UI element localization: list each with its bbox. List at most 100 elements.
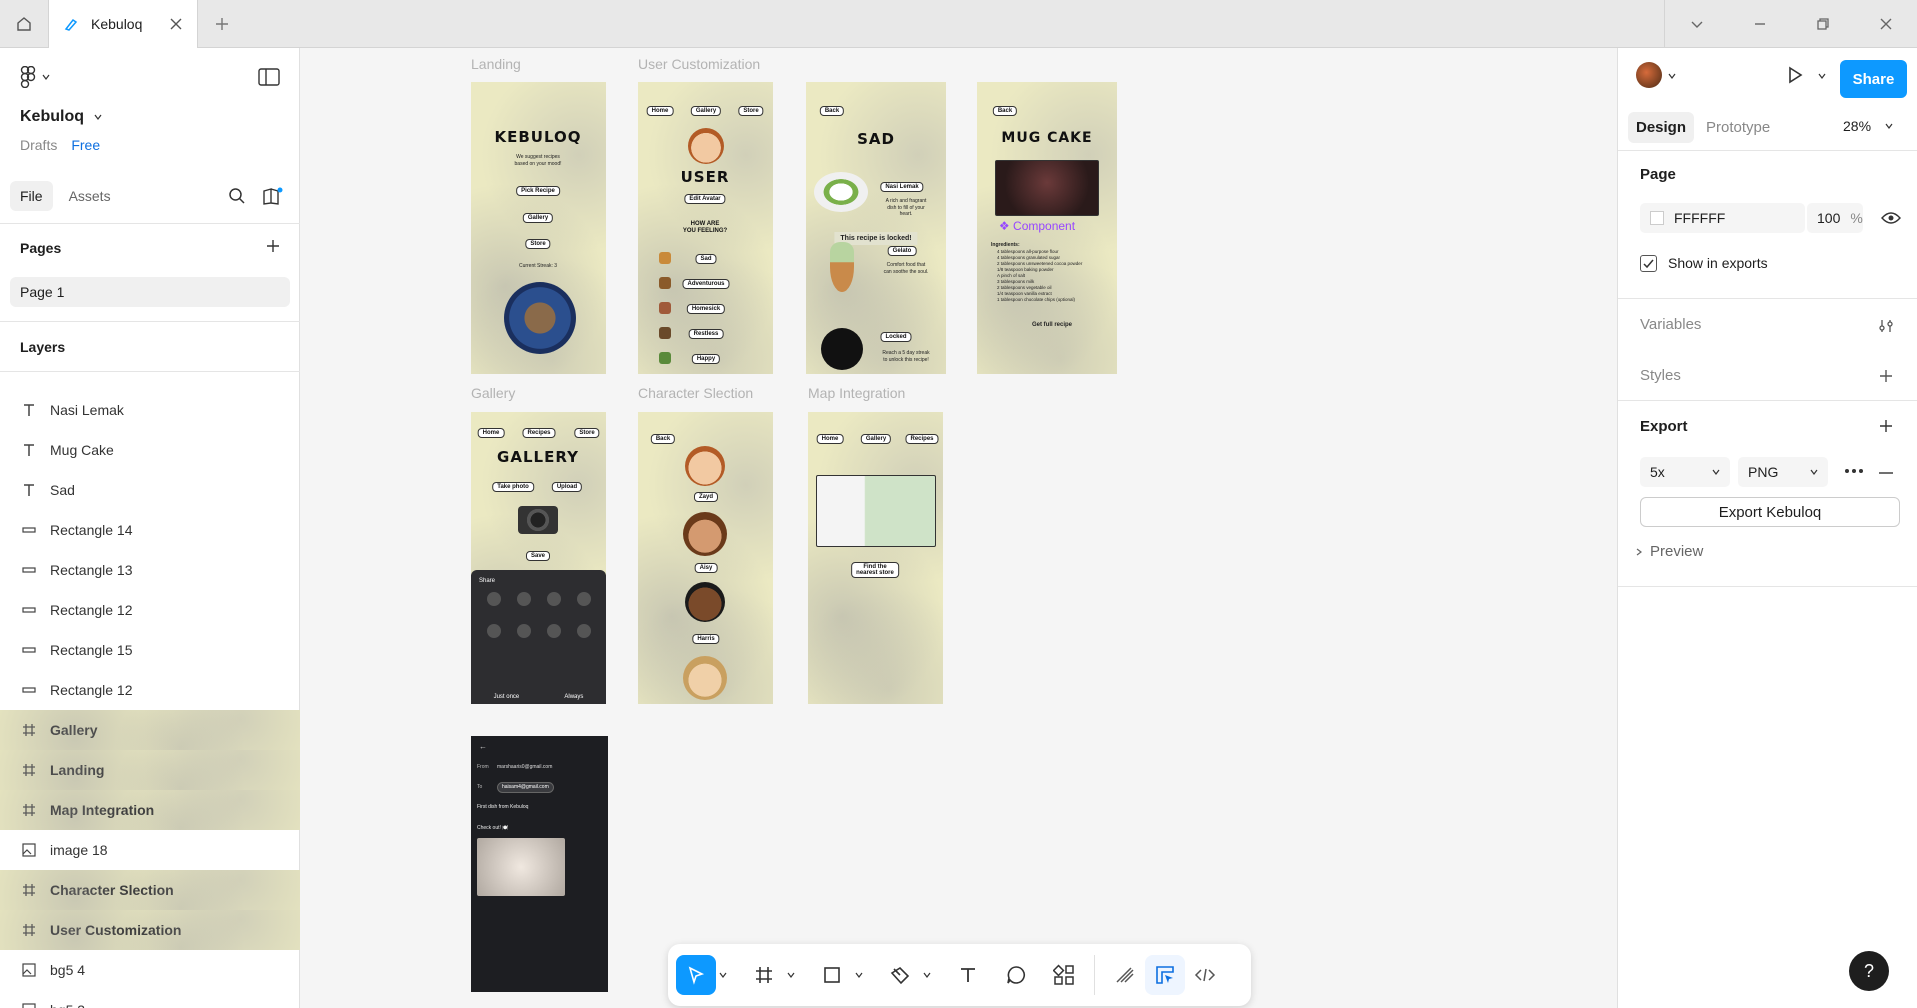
drafts-link[interactable]: Drafts [20,137,57,153]
mood-adventurous[interactable]: Adventurous [682,279,730,289]
frame-email-image[interactable]: ← From marshaaris0@gmail.com To haisam4@… [471,736,608,992]
sidebar-toggle-icon[interactable] [258,68,280,86]
back-button[interactable]: Back [819,106,845,116]
main-menu-button[interactable] [20,66,50,88]
facebook-icon[interactable] [577,592,591,606]
background-opacity-field[interactable]: 100 % [1807,203,1863,233]
layer-item[interactable]: Rectangle 15 [0,630,300,670]
layer-item[interactable]: Rectangle 14 [0,510,300,550]
layer-item[interactable]: Map Integration [0,790,300,830]
character-harris[interactable] [685,582,725,622]
draw-mode-icon[interactable] [1105,955,1145,995]
full-recipe-link[interactable]: Get full recipe [1032,322,1072,330]
new-tab-icon[interactable] [210,12,234,36]
frame-map-integration[interactable]: Home Gallery Recipes Find the nearest st… [808,412,943,704]
layer-item[interactable]: Character Slection [0,870,300,910]
search-icon[interactable] [228,187,246,205]
link-to-windows-icon[interactable] [577,624,591,638]
mood-happy[interactable]: Happy [691,354,721,364]
find-store-button[interactable]: Find the nearest store [851,562,899,578]
layer-item[interactable]: Nasi Lemak [0,390,300,430]
canvas[interactable]: Landing User Customization Gallery Chara… [301,48,1617,1008]
back-button[interactable]: Back [650,434,676,444]
chevron-down-icon[interactable] [1668,72,1676,80]
back-button[interactable]: Back [992,106,1018,116]
frame-tool-icon[interactable] [744,955,784,995]
gelato-label[interactable]: Gelato [887,246,917,256]
frame-label-map-integration[interactable]: Map Integration [808,385,905,401]
layer-item[interactable]: Rectangle 12 [0,590,300,630]
file-tab[interactable]: Kebuloq [48,0,198,48]
rectangle-tool-icon[interactable] [812,955,852,995]
tab-assets[interactable]: Assets [59,181,121,211]
character-fourth[interactable] [683,656,727,700]
locked-label[interactable]: Locked [880,332,912,342]
text-tool-icon[interactable] [948,955,988,995]
show-in-exports-checkbox[interactable] [1640,255,1657,272]
frame-label-character-selection[interactable]: Character Slection [638,385,753,401]
frame-label-gallery[interactable]: Gallery [471,385,515,401]
mood-homesick[interactable]: Homesick [686,304,726,314]
chevron-down-icon[interactable] [852,971,866,979]
frame-user-customization[interactable]: Home Gallery Store USER Edit Avatar HOW … [638,82,773,374]
zoom-control[interactable]: 28% [1843,118,1893,134]
tab-design[interactable]: Design [1628,112,1695,143]
character-zayd[interactable] [685,446,725,486]
nav-recipes[interactable]: Recipes [522,428,556,438]
gallery-button[interactable]: Gallery [522,213,554,223]
export-format-select[interactable]: PNG [1738,457,1828,487]
layer-item[interactable]: image 18 [0,830,300,870]
nav-store[interactable]: Store [738,106,764,116]
export-scale-select[interactable]: 5x [1640,457,1730,487]
discord-icon[interactable] [517,592,531,606]
pen-tool-icon[interactable] [880,955,920,995]
frame-mug-cake[interactable]: Back MUG CAKE ❖ Component Ingredients: 4… [977,82,1117,374]
nav-recipes[interactable]: Recipes [905,434,939,444]
layer-item[interactable]: bg5 4 [0,950,300,990]
qr-scanner-icon[interactable] [487,624,501,638]
nav-home[interactable]: Home [477,428,505,438]
variables-settings-icon[interactable] [1878,318,1894,334]
always-button[interactable]: Always [564,694,583,700]
present-play-icon[interactable] [1785,65,1805,85]
layer-item[interactable]: Mug Cake [0,430,300,470]
layer-item[interactable]: User Customization [0,910,300,950]
layer-item[interactable]: Gallery [0,710,300,750]
eye-icon[interactable] [1881,211,1901,225]
chrome-icon[interactable] [487,592,501,606]
layer-item[interactable]: Landing [0,750,300,790]
take-photo-button[interactable]: Take photo [492,482,534,492]
upload-button[interactable]: Upload [551,482,583,492]
layer-item[interactable]: Rectangle 13 [0,550,300,590]
color-swatch[interactable] [1650,211,1664,225]
move-tool-icon[interactable] [676,955,716,995]
design-mode-icon[interactable] [1145,955,1185,995]
chevron-down-icon[interactable] [716,971,730,979]
restore-icon[interactable] [1791,0,1854,48]
nav-home[interactable]: Home [816,434,844,444]
frame-label-landing[interactable]: Landing [471,56,521,72]
dev-mode-icon[interactable] [1185,955,1225,995]
comment-tool-icon[interactable] [996,955,1036,995]
export-button[interactable]: Export Kebuloq [1640,497,1900,527]
actions-tool-icon[interactable] [1044,955,1084,995]
nav-gallery[interactable]: Gallery [860,434,892,444]
tab-file[interactable]: File [10,181,53,211]
plan-badge[interactable]: Free [71,137,100,153]
share-button[interactable]: Share [1840,60,1907,98]
add-page-icon[interactable] [265,238,281,254]
edit-avatar-button[interactable]: Edit Avatar [684,194,726,204]
layer-item[interactable]: Rectangle 12 [0,670,300,710]
remove-export-icon[interactable] [1878,471,1894,475]
background-color-field[interactable]: FFFFFF [1640,203,1805,233]
avatar[interactable] [1636,62,1662,88]
help-button[interactable]: ? [1849,951,1889,991]
nav-gallery[interactable]: Gallery [690,106,722,116]
gmail-icon[interactable] [517,624,531,638]
preview-toggle[interactable]: Preview [1636,543,1703,560]
chevron-down-icon[interactable] [1818,72,1826,80]
add-export-icon[interactable] [1878,418,1894,434]
frame-gallery[interactable]: Home Recipes Store GALLERY Take photo Up… [471,412,606,704]
mood-restless[interactable]: Restless [688,329,724,339]
frame-character-selection[interactable]: Back Zayd Aisy Harris [638,412,773,704]
